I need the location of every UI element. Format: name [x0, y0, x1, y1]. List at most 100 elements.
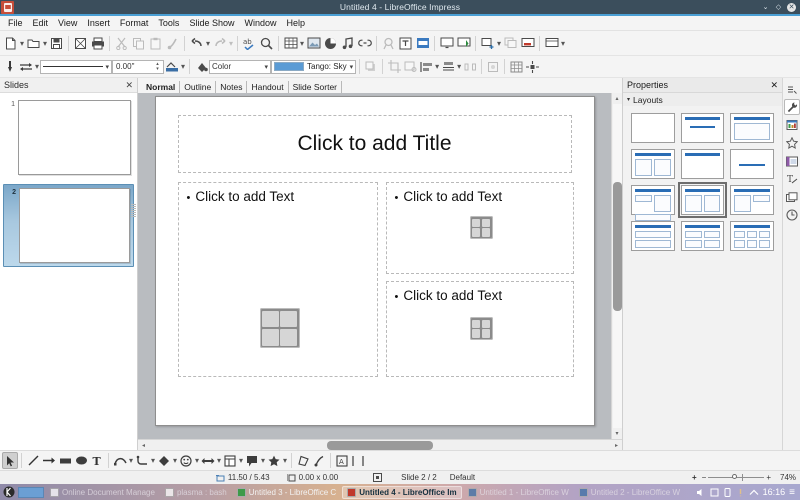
list-item[interactable]: 1	[3, 97, 134, 178]
clone-formatting-icon[interactable]	[164, 34, 181, 53]
rectangle-tool-icon[interactable]	[57, 452, 73, 469]
taskbar-item-plasma-bash[interactable]: plasma : bash	[161, 486, 231, 499]
layout-title-content-blank[interactable]	[680, 149, 725, 179]
minimize-button[interactable]: ⌄	[761, 3, 770, 12]
crop-image-icon[interactable]	[386, 58, 402, 75]
new-document-icon[interactable]	[2, 34, 19, 53]
content-placeholder-right-bottom[interactable]: • Click to add Text	[385, 281, 574, 377]
scroll-up-icon[interactable]: ▴	[612, 93, 623, 104]
master-slides-icon[interactable]	[784, 153, 800, 169]
gallery-icon[interactable]	[784, 189, 800, 205]
redo-icon[interactable]	[211, 34, 228, 53]
insert-video-tile[interactable]	[280, 328, 297, 346]
layout-title-two-content[interactable]	[631, 149, 675, 179]
callout-shapes-tool-icon[interactable]	[244, 452, 260, 469]
fill-color-select[interactable]: Tango: Sky ▾	[271, 59, 357, 74]
layout-title-six-content[interactable]	[730, 221, 774, 251]
print-icon[interactable]	[89, 34, 106, 53]
curves-and-polygons-tool-icon[interactable]	[112, 452, 128, 469]
menu-insert[interactable]: Insert	[82, 17, 115, 29]
tab-slide-sorter[interactable]: Slide Sorter	[289, 81, 343, 93]
desktop-pager[interactable]	[18, 486, 44, 498]
connectors-tool-icon[interactable]	[134, 452, 150, 469]
insert-image-tile[interactable]	[262, 328, 279, 346]
flowchart-shapes-tool-icon[interactable]	[222, 452, 238, 469]
zoom-out-button[interactable]: −	[702, 473, 707, 482]
close-icon[interactable]: ✕	[770, 80, 778, 91]
menu-view[interactable]: View	[53, 17, 82, 29]
block-arrows-tool-icon[interactable]	[200, 452, 216, 469]
canvas-horizontal-scrollbar[interactable]: ◂ ▸	[138, 439, 622, 450]
content-placeholder-right-top[interactable]: • Click to add Text	[385, 182, 574, 274]
shadow-toggle-icon[interactable]	[485, 58, 501, 75]
taskbar-item-untitled-1-writer[interactable]: Untitled 1 - LibreOffice W	[464, 486, 573, 499]
delete-slide-icon[interactable]	[519, 34, 536, 53]
new-slide-icon[interactable]	[479, 34, 496, 53]
list-item[interactable]: 2	[3, 184, 134, 267]
shadow-icon[interactable]	[363, 58, 379, 75]
undo-icon[interactable]	[188, 34, 205, 53]
symbol-shapes-tool-icon[interactable]	[178, 452, 194, 469]
zoom-slider-knob[interactable]	[732, 474, 738, 479]
title-placeholder[interactable]: Click to add Title	[177, 115, 572, 173]
slide-layout-dropdown[interactable]: ▾	[560, 34, 566, 53]
duplicate-slide-icon[interactable]	[502, 34, 519, 53]
vertical-scroll-track[interactable]	[612, 104, 622, 428]
close-button[interactable]: ✕	[787, 2, 796, 12]
insert-video-tile[interactable]	[481, 329, 490, 338]
content-placeholder-left[interactable]: • Click to add Text	[177, 182, 378, 377]
insert-chart-tile[interactable]	[481, 218, 490, 227]
slides-panel-scrollbar[interactable]	[131, 203, 136, 225]
insert-table-tile[interactable]	[472, 319, 481, 328]
taskbar-item-untitled-4-impress[interactable]: Untitled 4 - LibreOffice Im	[342, 485, 462, 499]
taskbar-item-untitled-3-calc[interactable]: Untitled 3 - LibreOffice C	[233, 486, 340, 499]
selection-mode-group[interactable]	[373, 473, 383, 482]
line-width-spinner[interactable]: 0.00" ▴ ▾	[112, 59, 164, 74]
copy-icon[interactable]	[130, 34, 147, 53]
slide-canvas[interactable]: Click to add Title • Click to add Text •…	[138, 93, 611, 439]
cut-icon[interactable]	[113, 34, 130, 53]
styles-icon[interactable]: T	[784, 171, 800, 187]
insert-object-icon[interactable]	[469, 216, 493, 239]
tab-normal[interactable]: Normal	[142, 81, 181, 93]
layout-title-content[interactable]	[680, 113, 725, 143]
layout-title-three-rows[interactable]	[631, 221, 675, 251]
kde-start-icon[interactable]	[2, 485, 16, 499]
horizontal-scroll-track[interactable]	[160, 440, 600, 450]
insert-text-box-icon[interactable]	[397, 34, 414, 53]
distribute-tool-icon[interactable]	[350, 452, 366, 469]
spelling-icon[interactable]: ab	[241, 34, 258, 53]
scroll-right-icon[interactable]: ▸	[611, 442, 622, 449]
animation-icon[interactable]	[784, 135, 800, 151]
toggle-extrusion-tool-icon[interactable]: A	[334, 452, 350, 469]
start-from-current-slide-icon[interactable]	[455, 34, 472, 53]
maximize-button[interactable]: ◇	[774, 3, 783, 12]
find-replace-icon[interactable]	[258, 34, 275, 53]
scroll-down-icon[interactable]: ▾	[612, 428, 623, 439]
line-ends-with-arrow-tool-icon[interactable]	[41, 452, 57, 469]
tab-outline[interactable]: Outline	[180, 81, 217, 93]
insert-chart-icon[interactable]	[322, 34, 339, 53]
menu-window[interactable]: Window	[239, 17, 281, 29]
slide-layout-icon[interactable]	[543, 34, 560, 53]
filter-icon[interactable]	[402, 58, 418, 75]
open-document-icon[interactable]	[25, 34, 42, 53]
fill-bucket-icon[interactable]	[193, 58, 209, 75]
tab-handout[interactable]: Handout	[247, 81, 289, 93]
insert-table-tile[interactable]	[262, 310, 279, 328]
zoom-slider[interactable]: − +	[702, 473, 771, 482]
layouts-section-header[interactable]: ▾ Layouts	[623, 93, 782, 106]
horizontal-scroll-thumb[interactable]	[327, 440, 433, 450]
vertical-scroll-thumb[interactable]	[612, 181, 622, 312]
arrange-objects-icon[interactable]	[440, 58, 456, 75]
taskbar-clock[interactable]: 16:16	[763, 487, 786, 497]
insert-special-character-icon[interactable]	[380, 34, 397, 53]
stars-and-banners-dropdown[interactable]: ▾	[282, 451, 288, 470]
line-endpoint-style-icon[interactable]	[2, 58, 18, 75]
fit-slide-button[interactable]: +	[692, 473, 697, 482]
line-tool-icon[interactable]	[25, 452, 41, 469]
tab-notes[interactable]: Notes	[216, 81, 248, 93]
insert-chart-tile[interactable]	[280, 310, 297, 328]
zoom-level[interactable]: 74%	[780, 473, 796, 482]
zoom-slider-track[interactable]	[708, 474, 765, 481]
